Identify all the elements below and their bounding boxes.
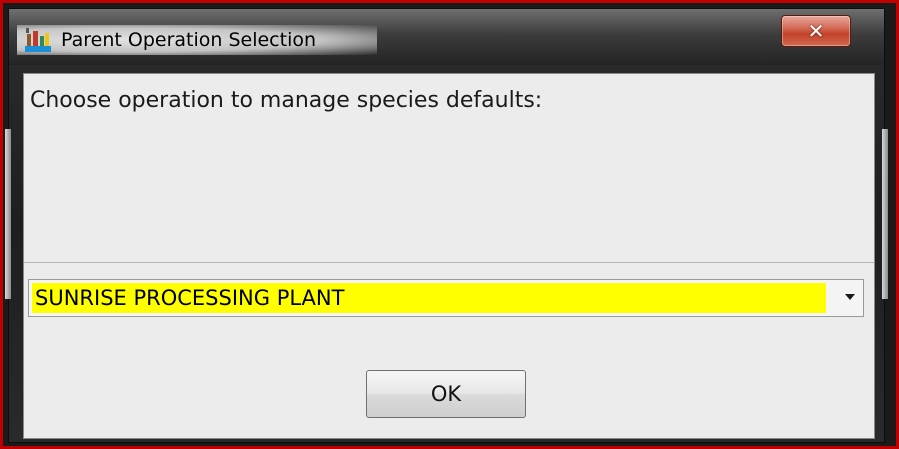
window-edge-right	[882, 129, 888, 299]
operation-select[interactable]: SUNRISE PROCESSING PLANT	[28, 279, 864, 317]
operation-select-value[interactable]: SUNRISE PROCESSING PLANT	[32, 283, 826, 313]
window-title: Parent Operation Selection	[61, 29, 317, 51]
dialog-window: Parent Operation Selection ✕ Choose oper…	[5, 8, 888, 443]
prompt-panel: Choose operation to manage species defau…	[24, 74, 874, 263]
title-bar[interactable]: Parent Operation Selection ✕	[9, 9, 884, 65]
chevron-down-icon[interactable]	[845, 294, 855, 300]
dialog-content: Choose operation to manage species defau…	[23, 73, 875, 439]
prompt-label: Choose operation to manage species defau…	[30, 88, 543, 113]
window-edge-left	[5, 129, 11, 299]
close-button[interactable]: ✕	[781, 15, 851, 47]
ok-button[interactable]: OK	[366, 370, 526, 418]
app-icon	[25, 28, 51, 52]
close-icon: ✕	[807, 19, 825, 43]
